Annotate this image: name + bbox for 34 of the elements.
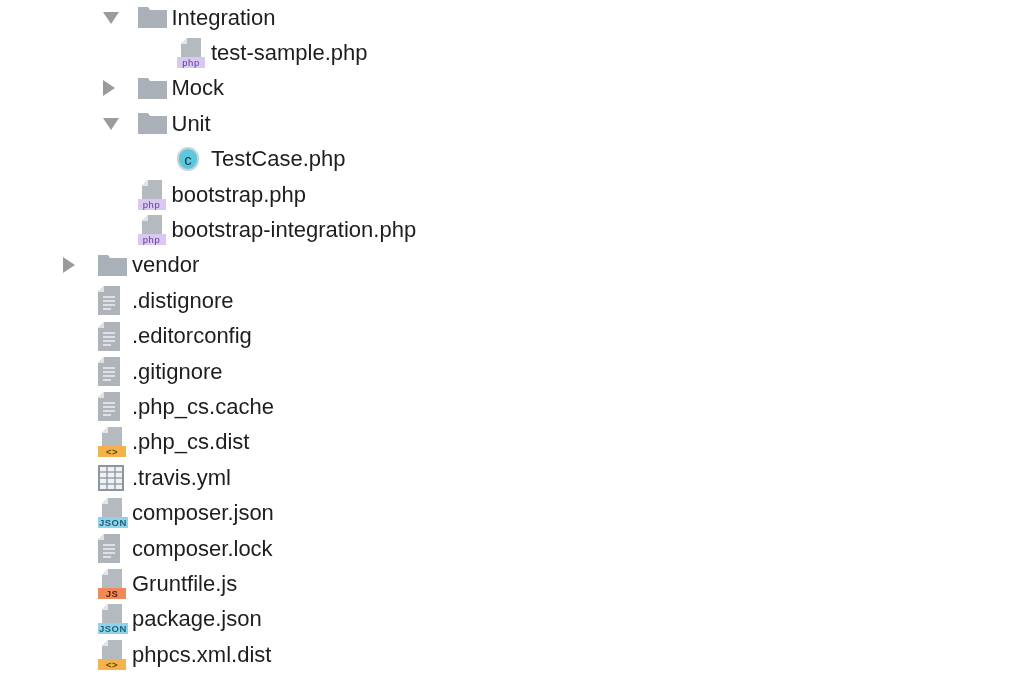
folder-name[interactable]: vendor: [132, 252, 200, 279]
collapse-arrow-icon[interactable]: [101, 79, 116, 98]
folder-name[interactable]: Integration: [171, 4, 276, 31]
table-file-icon: [98, 464, 124, 491]
file-name[interactable]: composer.json: [132, 500, 274, 527]
folder-icon: [137, 77, 167, 99]
file-name[interactable]: .gitignore: [132, 358, 223, 385]
class-icon: c: [177, 147, 199, 172]
text-file-icon: [98, 392, 120, 422]
folder-name[interactable]: Unit: [171, 110, 211, 137]
file-name[interactable]: bootstrap-integration.php: [171, 217, 417, 244]
folder-icon: [137, 7, 167, 29]
folder-icon: [98, 254, 127, 276]
file-name[interactable]: package.json: [132, 606, 262, 633]
text-file-icon: [98, 286, 120, 316]
file-name[interactable]: Gruntfile.js: [132, 570, 238, 597]
collapse-arrow-icon[interactable]: [62, 256, 76, 275]
file-name[interactable]: TestCase.php: [211, 146, 346, 173]
file-name[interactable]: phpcs.xml.dist: [132, 641, 272, 668]
file-name[interactable]: test-sample.php: [211, 40, 368, 67]
file-name[interactable]: .travis.yml: [132, 464, 231, 491]
file-name[interactable]: composer.lock: [132, 535, 273, 562]
text-file-icon: [98, 321, 120, 351]
expand-arrow-icon[interactable]: [101, 10, 120, 25]
file-name[interactable]: .php_cs.dist: [132, 429, 250, 456]
text-file-icon: [98, 534, 120, 564]
file-name[interactable]: .php_cs.cache: [132, 394, 274, 420]
file-name[interactable]: .distignore: [132, 287, 234, 314]
expand-arrow-icon[interactable]: [101, 116, 120, 131]
file-name[interactable]: .editorconfig: [132, 323, 252, 350]
file-name[interactable]: bootstrap.php: [171, 181, 307, 208]
text-file-icon: [98, 357, 120, 387]
folder-icon: [137, 113, 167, 135]
folder-name[interactable]: Mock: [171, 75, 225, 102]
